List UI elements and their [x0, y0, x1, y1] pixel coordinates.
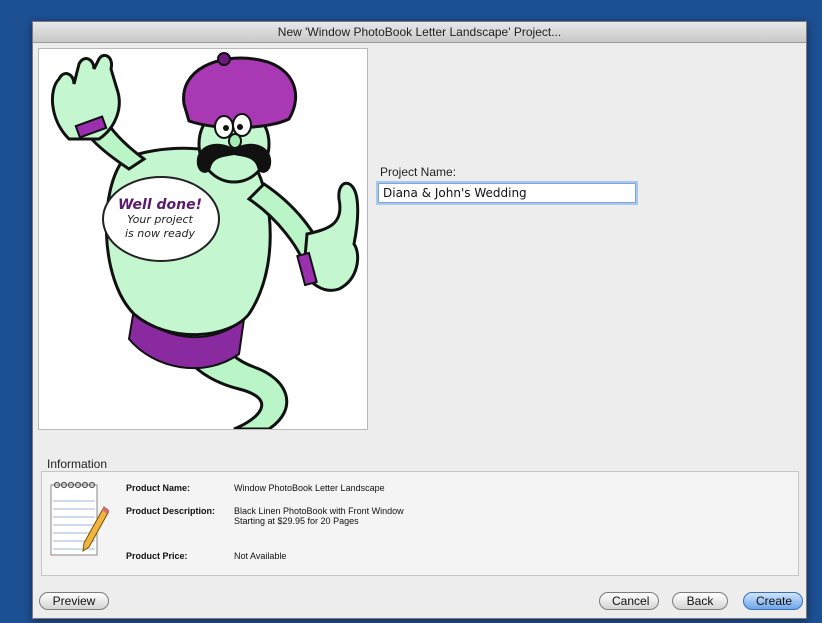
back-button[interactable]: Back: [672, 592, 728, 610]
product-description-value: Black Linen PhotoBook with Front Window …: [234, 506, 514, 526]
product-price-value: Not Available: [234, 551, 287, 561]
bubble-line-1: Your project: [127, 213, 193, 226]
speech-bubble: Well done! Your project is now ready: [101, 197, 219, 241]
project-name-input[interactable]: [378, 183, 636, 203]
dialog-window: New 'Window PhotoBook Letter Landscape' …: [32, 21, 807, 619]
preview-button[interactable]: Preview: [39, 592, 109, 610]
window-title: New 'Window PhotoBook Letter Landscape' …: [33, 22, 806, 43]
product-name-value: Window PhotoBook Letter Landscape: [234, 483, 385, 493]
notepad-pencil-icon: [50, 481, 109, 556]
information-title: Information: [47, 457, 108, 471]
product-price-label: Product Price:: [126, 551, 188, 561]
product-description-line-2: Starting at $29.95 for 20 Pages: [234, 516, 359, 526]
product-description-label: Product Description:: [126, 506, 216, 516]
bubble-title: Well done!: [118, 197, 202, 213]
cancel-button[interactable]: Cancel: [599, 592, 659, 610]
information-panel: Product Name: Window PhotoBook Letter La…: [41, 471, 799, 576]
create-button[interactable]: Create: [743, 592, 803, 610]
product-name-label: Product Name:: [126, 483, 191, 493]
product-description-line-1: Black Linen PhotoBook with Front Window: [234, 506, 404, 516]
bubble-line-2: is now ready: [124, 227, 195, 240]
genie-illustration: Well done! Your project is now ready: [38, 48, 368, 430]
project-name-label: Project Name:: [380, 165, 457, 179]
